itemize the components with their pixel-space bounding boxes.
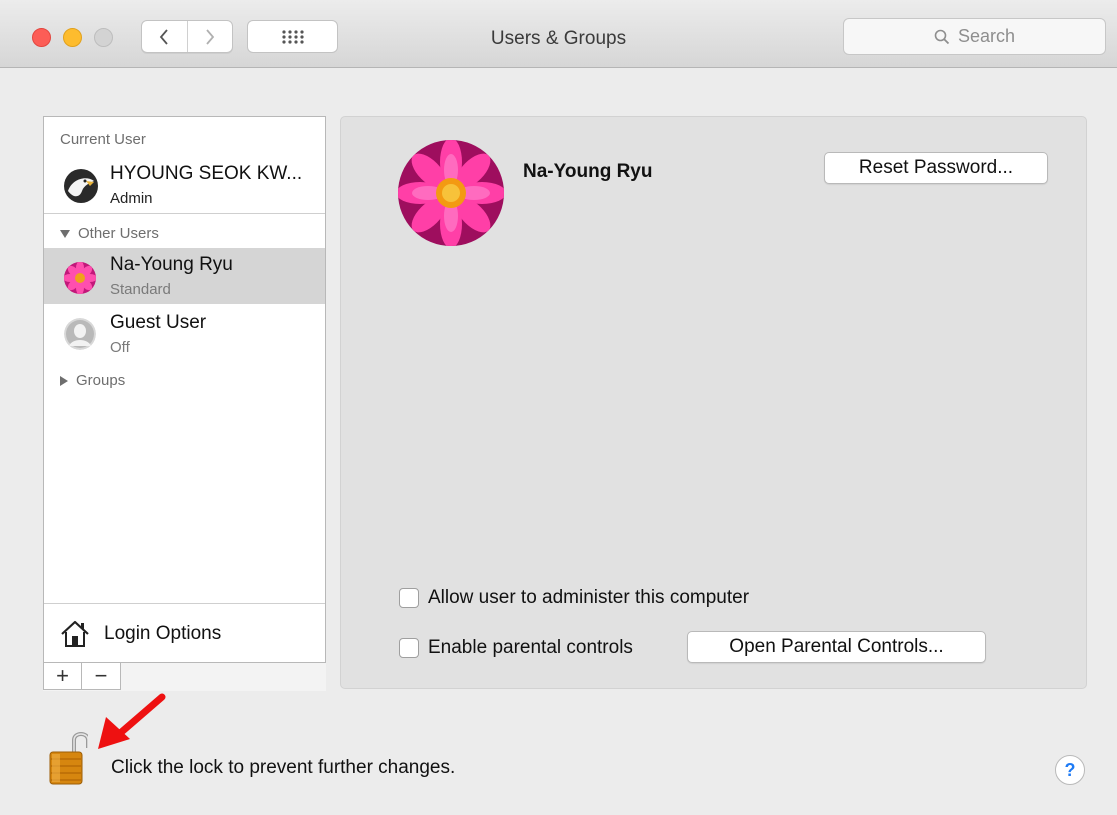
user-picture[interactable] (398, 140, 504, 246)
groups-heading[interactable]: Groups (60, 372, 125, 389)
current-user-row[interactable]: HYOUNG SEOK KW... Admin (44, 157, 325, 213)
sidebar-divider (44, 213, 325, 214)
parental-controls-checkbox[interactable] (399, 638, 419, 658)
remove-user-button[interactable]: − (82, 663, 121, 690)
user-name: Na-Young Ryu (110, 254, 233, 275)
open-parental-controls-button[interactable]: Open Parental Controls... (687, 631, 986, 663)
search-icon (934, 29, 950, 44)
allow-admin-checkbox[interactable] (399, 588, 419, 608)
unlocked-padlock-icon[interactable] (48, 726, 88, 786)
flower-avatar-icon (64, 262, 96, 294)
login-options-row[interactable]: Login Options (44, 603, 325, 663)
allow-admin-label: Allow user to administer this computer (428, 587, 750, 608)
flower-avatar-icon (398, 140, 504, 246)
user-row-guest[interactable]: Guest User Off (44, 306, 325, 362)
lock-status-text: Click the lock to prevent further change… (111, 757, 456, 778)
selected-user-name: Na-Young Ryu (523, 161, 653, 182)
user-role: Standard (110, 281, 171, 298)
annotation-arrow (98, 693, 166, 749)
other-users-label: Other Users (78, 225, 159, 242)
groups-label: Groups (76, 372, 126, 389)
help-button[interactable]: ? (1055, 755, 1085, 785)
disclosure-down-icon (60, 229, 70, 238)
add-user-button[interactable]: + (43, 663, 82, 690)
user-detail-panel: Na-Young Ryu Reset Password... Allow use… (340, 116, 1087, 689)
user-role: Off (110, 339, 130, 356)
user-name: Guest User (110, 312, 207, 333)
search-placeholder: Search (957, 26, 1016, 46)
other-users-heading[interactable]: Other Users (60, 225, 159, 242)
users-groups-window: Users & Groups Search Current User HYOUN… (0, 0, 1117, 815)
users-sidebar: Current User HYOUNG SEOK KW... Admin Oth… (43, 116, 326, 663)
current-user-heading: Current User (60, 131, 146, 148)
disclosure-right-icon (60, 375, 68, 386)
current-user-name: HYOUNG SEOK KW... (110, 163, 303, 184)
current-user-role: Admin (110, 190, 153, 207)
login-options-label: Login Options (104, 622, 222, 644)
add-remove-bar: + − (43, 663, 326, 691)
guest-avatar-icon (64, 318, 96, 350)
parental-controls-option: Enable parental controls (399, 637, 633, 659)
search-field[interactable]: Search (843, 18, 1106, 55)
titlebar: Users & Groups Search (0, 0, 1117, 68)
house-icon (61, 620, 89, 647)
eagle-avatar-icon (64, 169, 98, 203)
reset-password-button[interactable]: Reset Password... (824, 152, 1048, 184)
allow-admin-option: Allow user to administer this computer (399, 587, 749, 609)
parental-controls-label: Enable parental controls (428, 637, 633, 658)
user-row-na-young-ryu[interactable]: Na-Young Ryu Standard (44, 248, 325, 304)
